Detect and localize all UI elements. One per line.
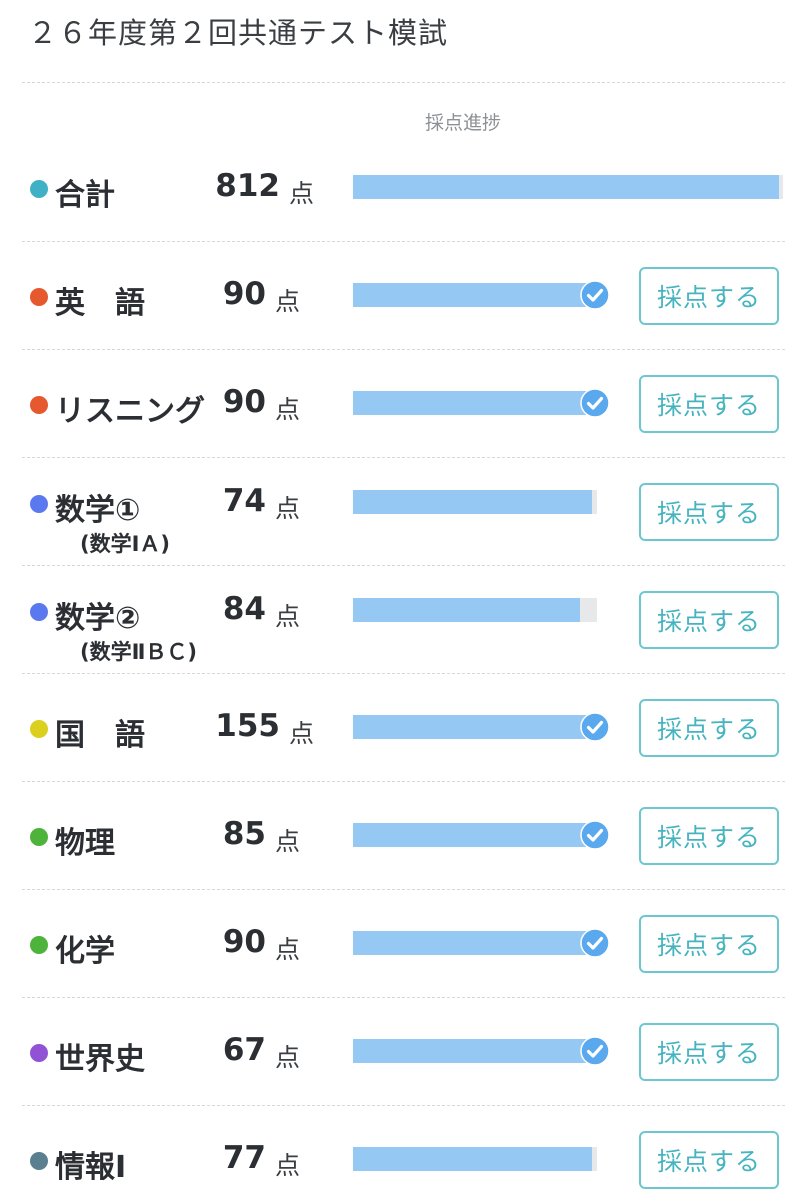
subject-color-dot — [30, 720, 48, 738]
subject-progress-fill — [353, 931, 597, 955]
subject-progress-fill — [353, 1039, 597, 1063]
subject-progress-fill — [353, 490, 593, 514]
score-unit: 点 — [275, 935, 301, 964]
subject-score: 85 — [222, 816, 266, 852]
check-circle-icon — [580, 712, 610, 742]
subject-label: 情報Ⅰ — [55, 1150, 127, 1185]
subject-label: 物理 — [55, 826, 115, 861]
score-unit: 点 — [275, 395, 301, 424]
check-circle-icon — [580, 928, 610, 958]
score-unit: 点 — [289, 719, 315, 748]
progress-column-header: 採点進捗 — [425, 112, 502, 134]
grade-button[interactable]: 採点する — [639, 591, 779, 649]
grade-button[interactable]: 採点する — [639, 699, 779, 757]
total-progress-bar — [353, 175, 783, 199]
total-color-dot — [30, 180, 48, 198]
subject-label: 化学 — [55, 934, 115, 969]
subject-score: 84 — [222, 591, 266, 627]
subject-progress-fill — [353, 598, 580, 622]
subject-progress-bar — [353, 490, 597, 514]
subject-progress-fill — [353, 1147, 593, 1171]
subject-color-dot — [30, 1044, 48, 1062]
subject-label: 数学② — [55, 601, 141, 636]
total-progress-fill — [353, 175, 779, 199]
grade-button[interactable]: 採点する — [639, 267, 779, 325]
subject-color-dot — [30, 603, 48, 621]
subject-score: 155 — [215, 708, 280, 744]
subject-row: 数学② (数学ⅡＢＣ) 84 点 採点する — [22, 566, 785, 674]
score-unit: 点 — [275, 602, 301, 631]
score-unit: 点 — [275, 1043, 301, 1072]
check-circle-icon — [580, 820, 610, 850]
subject-score: 90 — [222, 276, 266, 312]
subject-progress-bar — [353, 1039, 597, 1063]
total-row: 合計 812 点 — [22, 134, 785, 242]
subject-color-dot — [30, 495, 48, 513]
subject-score: 67 — [222, 1032, 266, 1068]
grade-button[interactable]: 採点する — [639, 1023, 779, 1081]
grade-button[interactable]: 採点する — [639, 807, 779, 865]
check-circle-icon — [580, 1036, 610, 1066]
subject-progress-fill — [353, 391, 597, 415]
subject-progress-bar — [353, 715, 597, 739]
total-label: 合計 — [55, 178, 115, 213]
divider — [22, 82, 785, 83]
subject-color-dot — [30, 1152, 48, 1170]
exam-score-page: ２６年度第２回共通テスト模試 採点進捗 合計 812 点 英 語 90 点採点するリ… — [0, 0, 807, 1200]
subject-score: 74 — [222, 483, 266, 519]
subject-score: 77 — [222, 1140, 266, 1176]
check-circle-icon — [580, 280, 610, 310]
subject-progress-bar — [353, 823, 597, 847]
grade-button[interactable]: 採点する — [639, 375, 779, 433]
subject-row: 物理 85 点 採点する — [22, 782, 785, 890]
grade-button[interactable]: 採点する — [639, 483, 779, 541]
subject-color-dot — [30, 288, 48, 306]
subject-progress-bar — [353, 283, 597, 307]
subject-progress-bar — [353, 391, 597, 415]
subject-progress-bar — [353, 931, 597, 955]
subject-sublabel: (数学ⅠＡ) — [80, 532, 171, 556]
subject-sublabel: (数学ⅡＢＣ) — [80, 640, 198, 664]
subject-label: 英 語 — [55, 286, 145, 321]
subject-row: 数学① (数学ⅠＡ) 74 点 採点する — [22, 458, 785, 566]
subject-row: 情報Ⅰ 77 点 採点する — [22, 1106, 785, 1200]
grade-button[interactable]: 採点する — [639, 1131, 779, 1189]
subject-row: 英 語 90 点 採点する — [22, 242, 785, 350]
subject-row: 世界史 67 点 採点する — [22, 998, 785, 1106]
subject-row: 化学 90 点 採点する — [22, 890, 785, 998]
subject-label: 国 語 — [55, 718, 145, 753]
subject-color-dot — [30, 396, 48, 414]
subject-row: 国 語 155 点 採点する — [22, 674, 785, 782]
subject-score: 90 — [222, 384, 266, 420]
score-unit: 点 — [275, 827, 301, 856]
subject-row: リスニング 90 点採点する — [22, 350, 785, 458]
subject-score: 90 — [222, 924, 266, 960]
subject-label: 数学① — [55, 493, 141, 528]
subject-progress-bar — [353, 598, 597, 622]
total-score: 812 — [215, 168, 280, 204]
subject-color-dot — [30, 936, 48, 954]
score-unit: 点 — [275, 1151, 301, 1180]
page-title: ２６年度第２回共通テスト模試 — [28, 16, 449, 50]
subject-progress-bar — [353, 1147, 597, 1171]
score-unit: 点 — [275, 494, 301, 523]
subject-color-dot — [30, 828, 48, 846]
subject-progress-fill — [353, 823, 597, 847]
subject-label: 世界史 — [55, 1042, 145, 1077]
score-unit: 点 — [275, 287, 301, 316]
subject-progress-fill — [353, 715, 597, 739]
score-unit: 点 — [289, 179, 315, 208]
grade-button[interactable]: 採点する — [639, 915, 779, 973]
subject-progress-fill — [353, 283, 597, 307]
check-circle-icon — [580, 388, 610, 418]
